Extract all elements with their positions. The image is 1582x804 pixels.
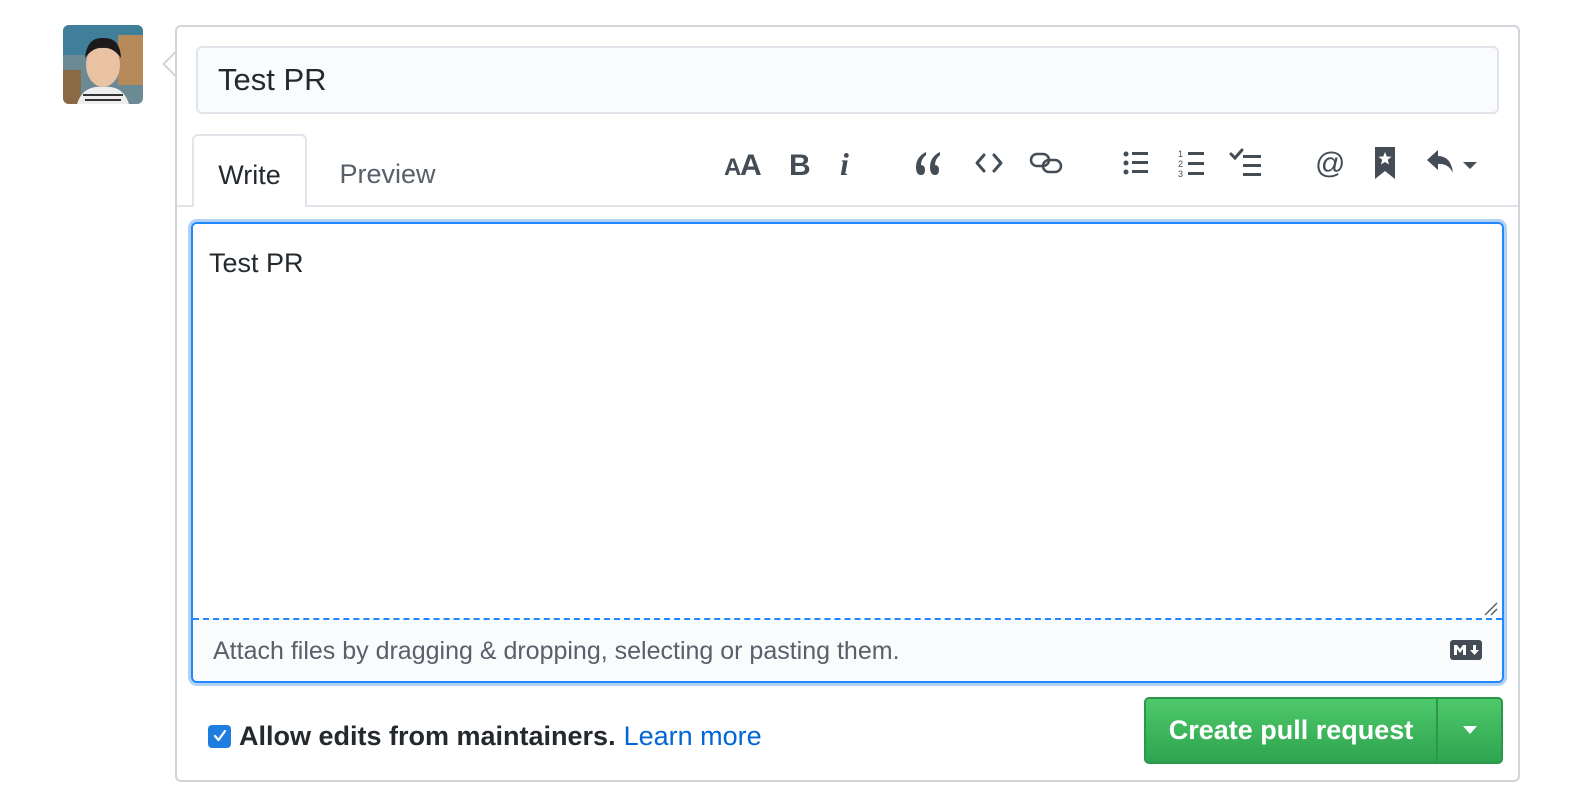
create-pull-request-button[interactable]: Create pull request — [1146, 699, 1438, 762]
code-icon[interactable] — [972, 138, 1006, 188]
italic-icon[interactable]: i — [835, 138, 859, 188]
svg-text:B: B — [789, 149, 811, 178]
tab-write-label: Write — [218, 160, 281, 190]
attach-files-bar[interactable]: Attach files by dragging & dropping, sel… — [193, 618, 1502, 681]
attach-files-text: Attach files by dragging & dropping, sel… — [213, 637, 900, 665]
tab-preview[interactable]: Preview — [320, 134, 455, 207]
link-icon[interactable] — [1026, 138, 1066, 188]
pr-title-input[interactable] — [196, 46, 1499, 114]
quote-icon[interactable] — [910, 138, 946, 188]
svg-text:A: A — [724, 154, 741, 178]
allow-edits-checkbox[interactable] — [208, 724, 231, 748]
comment-editor: Test PR Attach files by dragging & dropp… — [191, 222, 1504, 683]
allow-edits-label: Allow edits from maintainers. — [239, 720, 616, 751]
svg-text:2: 2 — [1178, 159, 1183, 169]
unordered-list-icon[interactable] — [1120, 138, 1152, 188]
pr-options-dropdown-button[interactable] — [1438, 699, 1501, 762]
avatar[interactable] — [63, 25, 143, 104]
bold-icon[interactable]: B — [784, 138, 814, 188]
text-size-icon[interactable]: A A — [722, 138, 764, 188]
svg-text:1: 1 — [1178, 149, 1183, 159]
create-pr-button-group: Create pull request — [1144, 697, 1503, 764]
reply-icon[interactable] — [1424, 138, 1482, 188]
mention-icon[interactable]: @ — [1312, 138, 1348, 188]
svg-text:A: A — [740, 149, 762, 178]
markdown-icon[interactable] — [1450, 640, 1482, 665]
tab-write[interactable]: Write — [192, 134, 307, 207]
create-pull-request-label: Create pull request — [1168, 715, 1414, 745]
svg-text:i: i — [840, 147, 849, 179]
ordered-list-icon[interactable]: 1 2 3 — [1176, 138, 1208, 188]
task-list-icon[interactable] — [1228, 138, 1264, 188]
allow-edits-row: Allow edits from maintainers. Learn more — [208, 716, 762, 756]
saved-reply-icon[interactable] — [1370, 138, 1400, 188]
svg-text:3: 3 — [1178, 169, 1183, 178]
pr-body-textarea[interactable]: Test PR — [193, 224, 1502, 618]
comment-pointer — [162, 50, 177, 78]
svg-text:@: @ — [1315, 147, 1345, 179]
learn-more-link[interactable]: Learn more — [624, 721, 762, 752]
chevron-down-icon — [1462, 722, 1478, 740]
tab-preview-label: Preview — [339, 159, 436, 189]
